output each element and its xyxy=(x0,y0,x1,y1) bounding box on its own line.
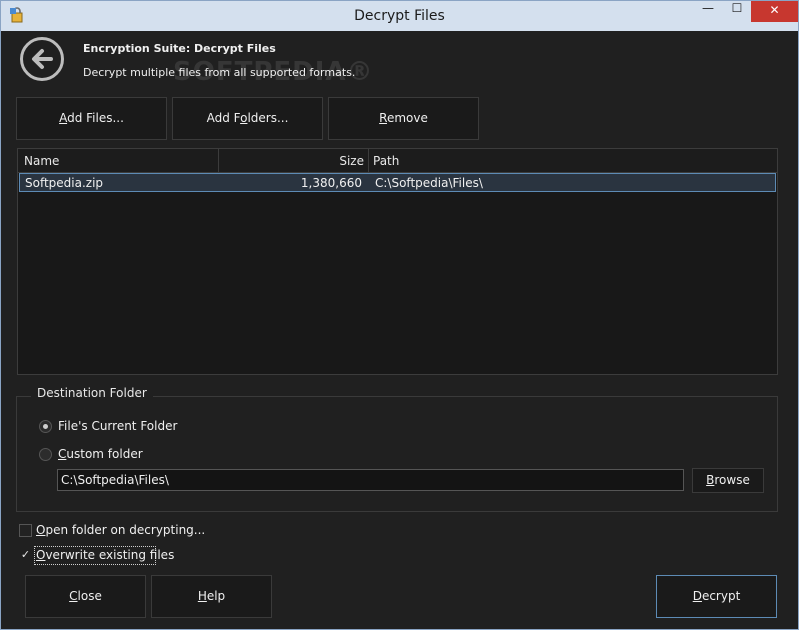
file-list-header: Name Size Path xyxy=(18,149,777,173)
destination-folder-legend: Destination Folder xyxy=(31,386,153,400)
title-bar[interactable]: Decrypt Files — ☐ ✕ xyxy=(1,1,798,31)
help-button[interactable]: Help xyxy=(151,575,272,618)
column-separator[interactable] xyxy=(218,149,219,172)
overwrite-label-text: verwrite existing files xyxy=(45,548,175,562)
radio-selected-dot xyxy=(43,424,48,429)
open-folder-checkbox[interactable] xyxy=(19,524,32,537)
open-folder-label-text: pen folder on decrypting... xyxy=(45,523,206,537)
decrypt-label: ecrypt xyxy=(701,589,741,603)
add-files-mnemonic: A xyxy=(59,111,68,125)
help-mnemonic: H xyxy=(197,589,207,603)
custom-folder-radio[interactable] xyxy=(39,448,52,461)
dialog-content: Encryption Suite: Decrypt Files SOFTPEDI… xyxy=(8,31,791,624)
file-path-cell: C:\Softpedia\Files\ xyxy=(375,176,483,190)
browse-label: rowse xyxy=(714,473,750,487)
remove-button[interactable]: Remove xyxy=(328,97,479,140)
window-title: Decrypt Files xyxy=(354,8,445,24)
overwrite-checkbox[interactable]: ✓ xyxy=(19,549,32,562)
table-row[interactable]: Softpedia.zip 1,380,660 C:\Softpedia\Fil… xyxy=(19,173,776,192)
close-window-button[interactable]: ✕ xyxy=(751,1,798,22)
custom-folder-label[interactable]: Custom folder xyxy=(58,447,143,461)
header-title: Encryption Suite: Decrypt Files xyxy=(83,42,276,55)
close-icon: ✕ xyxy=(769,3,780,17)
back-button[interactable] xyxy=(20,37,64,81)
header-subtitle: Decrypt multiple files from all supporte… xyxy=(83,66,356,79)
column-separator[interactable] xyxy=(368,149,369,172)
arrow-left-icon xyxy=(32,49,53,69)
add-files-button[interactable]: Add Files... xyxy=(16,97,167,140)
current-folder-label[interactable]: File's Current Folder xyxy=(58,419,177,433)
open-folder-label[interactable]: Open folder on decrypting... xyxy=(36,523,205,537)
decrypt-mnemonic: D xyxy=(692,589,702,603)
close-button[interactable]: Close xyxy=(25,575,146,618)
maximize-button[interactable]: ☐ xyxy=(723,1,751,23)
overwrite-label[interactable]: Overwrite existing files xyxy=(36,548,174,562)
close-mnemonic: C xyxy=(69,589,78,603)
add-folders-label-pre: Add F xyxy=(206,111,241,125)
file-size-cell: 1,380,660 xyxy=(300,176,362,190)
help-label: elp xyxy=(206,589,226,603)
decrypt-button[interactable]: Decrypt xyxy=(656,575,777,618)
browse-button[interactable]: Browse xyxy=(692,468,764,493)
remove-mnemonic: R xyxy=(379,111,387,125)
column-header-name[interactable]: Name xyxy=(24,154,59,168)
add-files-label: dd Files... xyxy=(67,111,124,125)
file-name-cell: Softpedia.zip xyxy=(25,176,104,190)
current-folder-radio[interactable] xyxy=(39,420,52,433)
maximize-icon: ☐ xyxy=(731,1,743,15)
minimize-button[interactable]: — xyxy=(694,1,722,23)
add-folders-label: lders... xyxy=(247,111,289,125)
column-header-size[interactable]: Size xyxy=(220,154,364,168)
decrypt-files-window: Decrypt Files — ☐ ✕ Encryption Suite: De… xyxy=(0,0,799,630)
add-folders-button[interactable]: Add Folders... xyxy=(172,97,323,140)
minimize-icon: — xyxy=(702,1,714,15)
file-list[interactable]: Name Size Path Softpedia.zip 1,380,660 C… xyxy=(17,148,778,375)
close-label: lose xyxy=(77,589,102,603)
checkmark-icon: ✓ xyxy=(20,548,31,561)
custom-folder-label-text: ustom folder xyxy=(66,447,143,461)
remove-label: emove xyxy=(386,111,428,125)
custom-folder-path-input[interactable]: C:\Softpedia\Files\ xyxy=(57,469,684,491)
column-header-path[interactable]: Path xyxy=(373,154,399,168)
